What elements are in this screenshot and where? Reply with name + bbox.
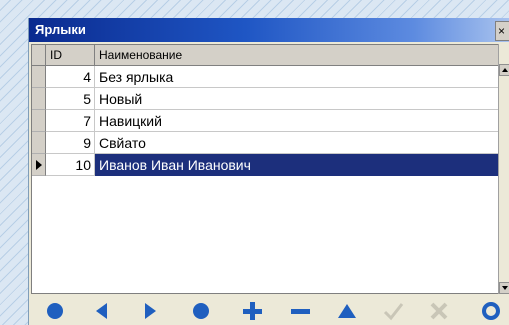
name-cell[interactable]: Навицкий (95, 110, 498, 132)
title-bar[interactable]: Ярлыки × (29, 18, 509, 42)
row-indicator (32, 88, 46, 110)
last-record-button[interactable] (189, 299, 213, 323)
scroll-up-button[interactable] (499, 64, 509, 76)
next-icon (145, 303, 156, 319)
refresh-button[interactable] (479, 299, 503, 323)
edit-record-button[interactable] (335, 299, 359, 323)
prior-record-button[interactable] (90, 299, 114, 323)
post-icon (383, 303, 404, 321)
window-title: Ярлыки (35, 22, 86, 37)
db-navigator (29, 296, 509, 325)
close-button[interactable]: × (495, 21, 509, 41)
table-row[interactable]: 9 Свйато (32, 132, 498, 154)
delete-record-button[interactable] (288, 299, 312, 323)
name-cell[interactable]: Новый (95, 88, 498, 110)
name-column-header[interactable]: Наименование (95, 45, 498, 65)
indicator-column-header (32, 45, 46, 65)
id-cell[interactable]: 10 (46, 154, 95, 176)
name-cell[interactable]: Иванов Иван Иванович (95, 154, 498, 176)
cancel-record-button[interactable] (427, 299, 451, 323)
prior-icon (96, 303, 107, 319)
first-record-button[interactable] (43, 299, 67, 323)
grid-header: ID Наименование (32, 45, 498, 66)
row-indicator (32, 66, 46, 88)
next-record-button[interactable] (138, 299, 162, 323)
id-cell[interactable]: 9 (46, 132, 95, 154)
labels-grid[interactable]: ID Наименование 4 Без ярлыка 5 Новый 7 Н… (31, 44, 499, 294)
delete-icon (291, 309, 310, 314)
cancel-icon (430, 302, 448, 320)
name-cell[interactable]: Без ярлыка (95, 66, 498, 88)
table-row[interactable]: 4 Без ярлыка (32, 66, 498, 88)
table-row-selected[interactable]: 10 Иванов Иван Иванович (32, 154, 498, 176)
post-record-button[interactable] (381, 299, 405, 323)
current-row-arrow-icon (36, 160, 42, 170)
id-column-header[interactable]: ID (46, 45, 95, 65)
insert-icon (243, 302, 262, 320)
edit-icon (338, 304, 356, 318)
table-row[interactable]: 7 Навицкий (32, 110, 498, 132)
name-cell[interactable]: Свйато (95, 132, 498, 154)
id-cell[interactable]: 7 (46, 110, 95, 132)
vertical-scrollbar[interactable] (498, 44, 509, 294)
first-icon (47, 303, 63, 319)
refresh-icon (482, 302, 500, 320)
row-indicator (32, 154, 46, 176)
id-cell[interactable]: 5 (46, 88, 95, 110)
row-indicator (32, 132, 46, 154)
table-row[interactable]: 5 Новый (32, 88, 498, 110)
labels-window: Ярлыки × ID Наименование 4 Без ярлыка 5 … (28, 18, 509, 325)
row-indicator (32, 110, 46, 132)
id-cell[interactable]: 4 (46, 66, 95, 88)
scroll-down-button[interactable] (499, 282, 509, 294)
last-icon (193, 303, 209, 319)
insert-record-button[interactable] (240, 299, 264, 323)
